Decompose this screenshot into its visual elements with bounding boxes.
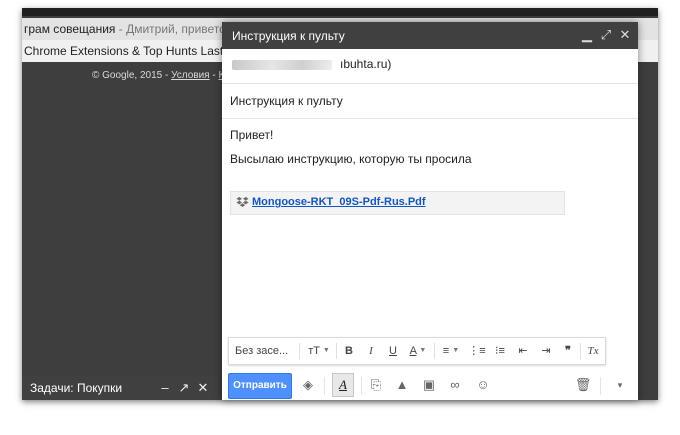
tasks-title: Задачи: Покупки (30, 381, 123, 395)
paperclip-icon[interactable]: ⎘ (367, 376, 385, 394)
background-email-sender: грам совещания (24, 22, 116, 36)
recipients-field[interactable]: ıbuhta.ru) (222, 49, 638, 84)
tasks-popout-icon[interactable]: ↗ (177, 376, 191, 400)
body-text: Высылаю инструкцию, которую ты просила (230, 152, 472, 166)
attachment-link[interactable]: Mongoose-RKT_09S-Pdf-Rus.Pdf (252, 196, 426, 208)
recipient-address: ıbuhta.ru) (340, 57, 392, 71)
compose-title: Инструкция к пульту (232, 29, 345, 43)
close-icon[interactable]: ✕ (618, 27, 632, 43)
subject-text: Инструкция к пульту (230, 94, 343, 108)
font-family-label: Без засе... (235, 345, 289, 357)
footer-terms-link[interactable]: Условия (171, 70, 210, 81)
subject-field[interactable]: Инструкция к пульту (222, 84, 638, 119)
insert-link-icon[interactable]: ∞ (446, 376, 464, 394)
more-options-icon[interactable]: ▾ (611, 376, 629, 394)
footer-separator: - (209, 70, 219, 81)
toolbar-divider (336, 343, 337, 359)
remove-formatting-button[interactable]: Tx (584, 338, 602, 364)
toolbar-divider (299, 343, 300, 359)
dropbox-icon[interactable]: ◈ (299, 376, 317, 394)
send-button[interactable]: Отправить (228, 373, 292, 399)
attachment-chip[interactable]: Mongoose-RKT_09S-Pdf-Rus.Pdf (230, 191, 565, 215)
formatting-toolbar: Без засе... ▼ тT ▼ B I U A ▼ ≡ ▼ ⋮≡ ⁝≡ ⇤… (228, 337, 606, 380)
bottombar-divider (361, 377, 362, 395)
fullscreen-icon[interactable]: ⤢ (599, 27, 613, 43)
underline-button[interactable]: U (384, 338, 402, 364)
chevron-down-icon: ▼ (322, 347, 330, 355)
body-greeting: Привет! (230, 128, 274, 142)
compose-header[interactable]: Инструкция к пульту ▁ ⤢ ✕ (222, 22, 638, 49)
footer-copyright: © Google, 2015 - (92, 70, 172, 81)
dropbox-icon (236, 196, 249, 207)
bottombar-divider (600, 377, 601, 395)
font-family-select[interactable]: Без засе... ▼ (235, 338, 295, 380)
bottombar-divider (324, 377, 325, 395)
chevron-down-icon: ▼ (419, 347, 427, 355)
indent-more-button[interactable]: ⇥ (536, 338, 556, 364)
background-top-strip (22, 8, 658, 16)
tasks-minimize-icon[interactable]: ‒ (158, 376, 172, 400)
bold-button[interactable]: B (340, 338, 358, 364)
italic-button[interactable]: I (362, 338, 380, 364)
align-icon: ≡ (442, 345, 450, 357)
toolbar-divider (580, 343, 581, 359)
google-drive-icon[interactable]: ▲ (393, 376, 411, 394)
quote-button[interactable]: ❞ (559, 338, 577, 364)
emoji-icon[interactable]: ☺ (474, 376, 492, 394)
trash-icon[interactable]: 🗑 (574, 376, 592, 394)
text-color-button[interactable]: A ▼ (405, 338, 431, 364)
tasks-close-icon[interactable]: ✕ (196, 376, 210, 400)
recipient-blurred-address (232, 60, 332, 70)
indent-less-button[interactable]: ⇤ (513, 338, 533, 364)
toolbar-divider (434, 343, 435, 359)
font-size-button[interactable]: тT ▼ (305, 338, 333, 364)
chevron-down-icon: ▼ (452, 347, 460, 355)
insert-photo-icon[interactable]: ▣ (420, 376, 438, 394)
tasks-panel-bar[interactable]: Задачи: Покупки ‒ ↗ ✕ (22, 376, 218, 400)
compose-window: Инструкция к пульту ▁ ⤢ ✕ ıbuhta.ru) Инс… (222, 22, 638, 400)
font-size-icon: тT (308, 345, 320, 357)
text-color-icon: A (409, 345, 417, 357)
numbered-list-button[interactable]: ⋮≡ (467, 338, 487, 364)
bulleted-list-button[interactable]: ⁝≡ (490, 338, 510, 364)
background-footer: © Google, 2015 - Условия - Ко (92, 70, 230, 81)
align-button[interactable]: ≡ ▼ (438, 338, 464, 364)
formatting-options-toggle[interactable]: A (332, 373, 354, 397)
minimize-icon[interactable]: ▁ (580, 27, 594, 43)
